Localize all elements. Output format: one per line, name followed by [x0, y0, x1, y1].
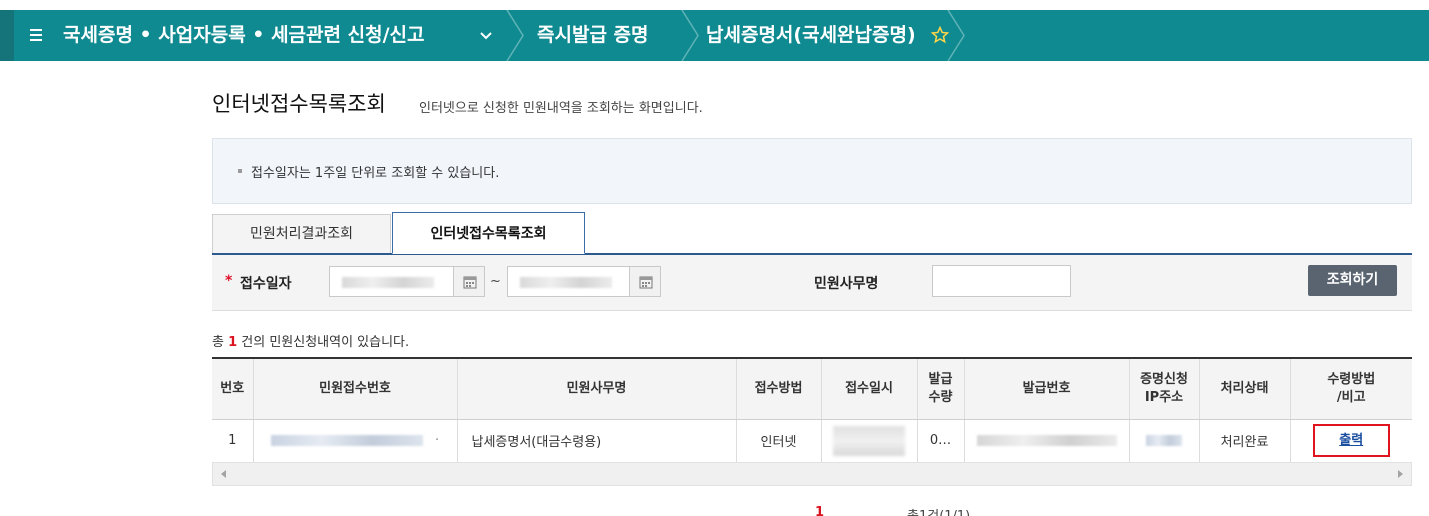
col-header-issue-no: 발급번호 [963, 357, 1129, 420]
redacted-issue-no [976, 435, 1117, 446]
search-form: * 접수일자 ~ 민원사무명 조회하기 [212, 255, 1412, 311]
search-button[interactable]: 조회하기 [1308, 265, 1397, 296]
calendar-icon[interactable] [453, 266, 485, 297]
date-label: 접수일자 [240, 276, 292, 292]
cell-status: 처리완료 [1198, 419, 1290, 463]
breadcrumb-separator-icon [506, 10, 524, 61]
cell-datetime [820, 419, 917, 463]
breadcrumb-instant-issue[interactable]: 즉시발급 증명 [537, 10, 649, 61]
cell-method: 인터넷 [735, 419, 821, 463]
result-count-number: 1 [228, 335, 238, 350]
tab-internet-receipt-list[interactable]: 인터넷접수목록조회 [392, 212, 585, 254]
col-header-service-name: 민원사무명 [456, 357, 736, 420]
service-name-label: 민원사무명 [814, 276, 879, 292]
nav-menu-title[interactable]: 국세증명 • 사업자등록 • 세금관련 신청/신고 [63, 10, 424, 61]
notice-text: 접수일자는 1주일 단위로 조회할 수 있습니다. [251, 166, 500, 181]
print-link[interactable]: 출력 [1312, 424, 1390, 457]
breadcrumb-separator-icon [681, 10, 699, 61]
cell-issue-no [963, 419, 1129, 463]
top-nav-bar: 국세증명 • 사업자등록 • 세금관련 신청/신고 즉시발급 증명 납세증명서(… [0, 10, 1429, 61]
chevron-down-icon[interactable] [478, 28, 494, 44]
col-header-method: 접수방법 [735, 357, 821, 420]
end-date-input[interactable] [507, 266, 633, 297]
breadcrumb-tax-certificate[interactable]: 납세증명서(국세완납증명) [706, 10, 916, 61]
breadcrumb-separator-icon [947, 10, 965, 61]
cell-quantity: 0… [916, 419, 964, 463]
table-horizontal-scrollbar[interactable] [212, 462, 1412, 486]
col-header-quantity: 발급 수량 [916, 357, 964, 420]
scroll-left-arrow-icon[interactable] [221, 470, 226, 478]
pagination-total: 총1건(1/1) [907, 505, 970, 516]
pagination-current-page[interactable]: 1 [815, 505, 824, 516]
hamburger-menu-icon[interactable] [30, 26, 44, 44]
result-count: 총 1 건의 민원신청내역이 있습니다. [212, 335, 410, 350]
service-name-input[interactable] [932, 265, 1071, 297]
col-header-ip: 증명신청 IP주소 [1128, 357, 1199, 420]
cell-receipt-no: · [252, 419, 457, 463]
notice-box: 접수일자는 1주일 단위로 조회할 수 있습니다. [212, 138, 1412, 204]
cell-no: 1 [212, 419, 253, 463]
tab-result-inquiry[interactable]: 민원처리결과조회 [212, 214, 391, 254]
redacted-ip [1146, 435, 1182, 446]
table-row: 1 · 납세증명서(대금수령용) 인터넷 0… 처리완료 출력 [212, 419, 1412, 463]
page-description: 인터넷으로 신청한 민원내역을 조회하는 화면입니다. [419, 101, 703, 116]
receipt-table: 번호 민원접수번호 민원사무명 접수방법 접수일시 발급 수량 발급번호 증명신… [212, 357, 1412, 463]
calendar-icon[interactable] [629, 266, 661, 297]
scroll-right-arrow-icon[interactable] [1398, 470, 1403, 478]
start-date-input[interactable] [329, 266, 455, 297]
cell-action: 출력 [1289, 419, 1412, 463]
col-header-status: 처리상태 [1198, 357, 1290, 420]
nav-left-stripe [0, 10, 14, 61]
bullet-icon [238, 169, 242, 173]
cell-ip [1128, 419, 1199, 463]
redacted-receipt-no [270, 435, 423, 446]
col-header-receive-method: 수령방법 /비고 [1289, 357, 1412, 420]
redacted-datetime [833, 425, 905, 456]
cell-service-name: 납세증명서(대금수령용) [456, 419, 736, 463]
table-header-row: 번호 민원접수번호 민원사무명 접수방법 접수일시 발급 수량 발급번호 증명신… [212, 357, 1412, 420]
required-mark: * [225, 273, 233, 289]
page-title: 인터넷접수목록조회 [212, 92, 386, 116]
col-header-receipt-no: 민원접수번호 [252, 357, 457, 420]
col-header-no: 번호 [212, 357, 253, 420]
col-header-datetime: 접수일시 [820, 357, 917, 420]
date-range-separator: ~ [490, 274, 501, 289]
